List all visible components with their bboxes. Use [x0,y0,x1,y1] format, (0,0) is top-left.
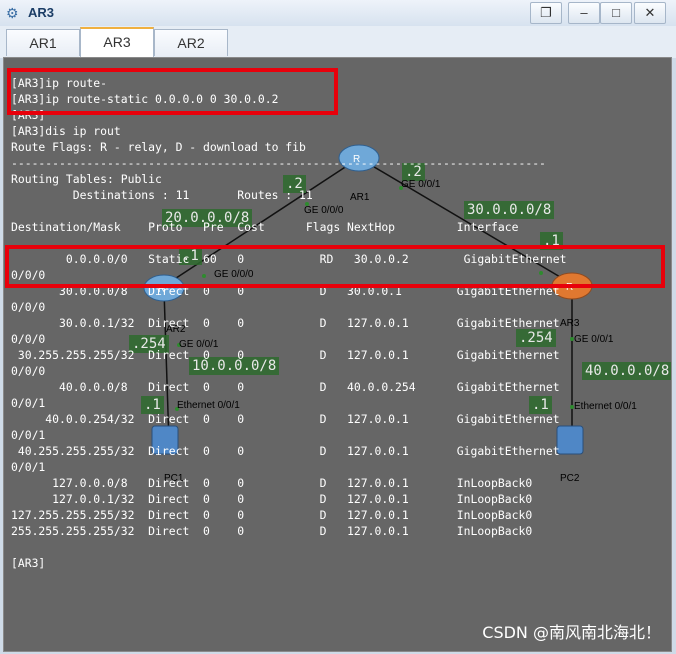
window-title: AR3 [28,5,55,20]
terminal-line: Destinations : 11 Routes : 11 [11,188,313,202]
terminal-line: 255.255.255.255/32 Direct 0 0 D 127.0.0.… [11,524,533,538]
highlight-box-default-route [5,245,665,288]
net-label-40: 40.0.0.0/8 [582,362,671,380]
terminal-line: 40.255.255.255/32 Direct 0 0 D 127.0.0.1… [11,444,560,458]
tab-bar: AR1 AR3 AR2 [0,26,676,58]
terminal-line: 30.0.0.1/32 Direct 0 0 D 127.0.0.1 Gigab… [11,316,560,330]
terminal-line: Route Flags: R - relay, D - download to … [11,140,306,154]
close-icon[interactable]: ✕ [634,2,666,24]
minimize-icon[interactable]: – [568,2,600,24]
terminal-line: 0/0/0 [11,300,46,314]
highlight-box-command [7,68,338,115]
terminal-line: Routing Tables: Public [11,172,162,186]
terminal-line: ----------------------------------------… [11,156,546,170]
terminal-line: [AR3]dis ip rout [11,124,121,138]
iface-label: Ethernet 0/0/1 [574,401,637,412]
terminal-line: 30.255.255.255/32 Direct 0 0 D 127.0.0.1… [11,348,560,362]
terminal-line: [AR3] [11,556,46,570]
terminal-line: 40.0.0.254/32 Direct 0 0 D 127.0.0.1 Gig… [11,412,560,426]
terminal-line: 40.0.0.0/8 Direct 0 0 D 40.0.0.254 Gigab… [11,380,560,394]
tab-ar1[interactable]: AR1 [6,29,80,56]
terminal-line: 0/0/0 [11,364,46,378]
terminal-line: 127.0.0.1/32 Direct 0 0 D 127.0.0.1 InLo… [11,492,533,506]
maximize-icon[interactable]: □ [600,2,632,24]
terminal-line: 0/0/1 [11,428,46,442]
app-icon: ⚙ [6,5,19,21]
terminal-line: 0/0/1 [11,396,46,410]
tab-ar3[interactable]: AR3 [80,27,154,57]
iface-label: GE 0/0/1 [574,334,614,345]
terminal-console[interactable]: R R R 20.0.0.0/8 30.0.0.0/8 10.0.0.0/8 4… [3,57,672,652]
terminal-line: 0/0/1 [11,460,46,474]
terminal-line: Destination/Mask Proto Pre Cost Flags Ne… [11,220,519,234]
terminal-output: [AR3]ip route- [AR3]ip route-static 0.0.0… [11,75,566,571]
terminal-line: 0/0/0 [11,332,46,346]
tab-ar2[interactable]: AR2 [154,29,228,56]
terminal-line: 127.255.255.255/32 Direct 0 0 D 127.0.0.… [11,508,533,522]
watermark: CSDN @南风南北海北！ [482,623,661,642]
title-bar: ⚙ AR3 ❐ – □ ✕ [0,0,676,27]
terminal-line: 127.0.0.0/8 Direct 0 0 D 127.0.0.1 InLoo… [11,476,533,490]
restore-icon[interactable]: ❐ [530,2,562,24]
